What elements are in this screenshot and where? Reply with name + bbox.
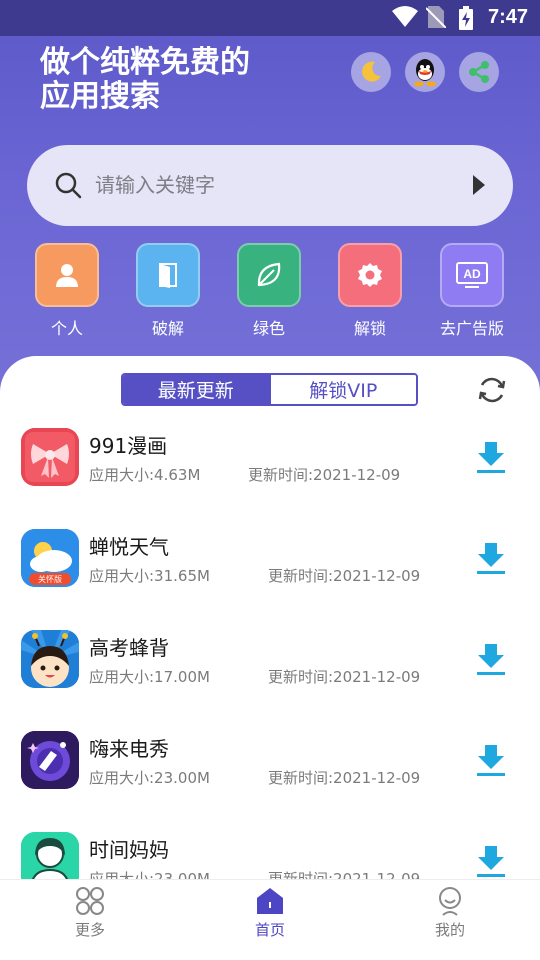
category-label: 个人	[50, 319, 83, 338]
qq-button[interactable]	[405, 52, 445, 92]
app-update-time: 更新时间:2021-12-09	[268, 567, 421, 585]
nav-label: 首页	[254, 921, 285, 939]
app-icon-chanyue-weather: 关怀版	[21, 529, 79, 587]
list-item[interactable]: 时间妈妈 应用大小:23.00M 更新时间:2021-12-09	[0, 824, 540, 880]
list-item[interactable]: 高考蜂背 应用大小:17.00M 更新时间:2021-12-09	[0, 622, 540, 723]
refresh-icon[interactable]	[476, 374, 508, 406]
gear-icon	[358, 263, 382, 287]
category-crack[interactable]: 破解	[128, 243, 208, 339]
list-tabs: 最新更新 解锁VIP	[121, 373, 418, 406]
category-tile	[35, 243, 99, 307]
wifi-icon	[392, 6, 418, 27]
list-item[interactable]: 991漫画 应用大小:4.63M 更新时间:2021-12-09	[0, 420, 540, 521]
tab-latest-updates[interactable]: 最新更新	[123, 375, 269, 404]
bottom-navigation: 更多 首页 我的	[0, 879, 540, 960]
category-personal[interactable]: 个人	[27, 243, 107, 339]
app-icon-hailai-dianxiu	[21, 731, 79, 789]
status-time: 7:47	[487, 6, 528, 28]
nav-home[interactable]: 首页	[210, 880, 330, 940]
share-icon	[469, 61, 489, 83]
user-face-icon	[439, 887, 461, 916]
app-name: 高考蜂背	[89, 636, 169, 660]
search-submit-arrow-icon[interactable]	[473, 175, 485, 195]
app-list: 991漫画 应用大小:4.63M 更新时间:2021-12-09 关怀版 蝉悦天…	[0, 420, 540, 880]
download-icon[interactable]	[476, 642, 506, 676]
app-update-time: 更新时间:2021-12-09	[268, 668, 421, 686]
app-slogan: 做个纯粹免费的 应用搜索	[40, 46, 340, 114]
moon-icon	[362, 61, 381, 82]
app-update-time: 更新时间:2021-12-09	[248, 466, 401, 484]
download-icon[interactable]	[476, 844, 506, 878]
no-sim-icon	[426, 6, 446, 28]
category-label: 破解	[151, 319, 184, 338]
app-name: 嗨来电秀	[89, 737, 169, 761]
list-item[interactable]: 关怀版 蝉悦天气 应用大小:31.65M 更新时间:2021-12-09	[0, 521, 540, 622]
category-label: 去广告版	[439, 319, 504, 338]
app-icon-991-manhua	[21, 428, 79, 486]
app-size: 应用大小:23.00M	[89, 769, 210, 787]
slogan-line: 做个纯粹免费的	[40, 45, 250, 80]
app-icon-shijian-mama	[21, 832, 79, 880]
category-tile	[237, 243, 301, 307]
qq-icon	[414, 59, 436, 87]
slogan-line: 应用搜索	[40, 79, 160, 114]
download-icon[interactable]	[476, 440, 506, 474]
door-icon	[159, 263, 177, 288]
nav-more[interactable]: 更多	[30, 880, 150, 940]
nav-label: 我的	[434, 921, 465, 939]
nav-label: 更多	[74, 921, 105, 939]
download-icon[interactable]	[476, 541, 506, 575]
category-tile: AD	[440, 243, 504, 307]
category-label: 解锁	[353, 319, 386, 338]
nav-mine[interactable]: 我的	[390, 880, 510, 940]
app-icon-gaokao-fengbei	[21, 630, 79, 688]
person-icon	[56, 264, 78, 287]
svg-text:AD: AD	[463, 267, 481, 281]
night-mode-button[interactable]	[351, 52, 391, 92]
list-item[interactable]: 嗨来电秀 应用大小:23.00M 更新时间:2021-12-09	[0, 723, 540, 824]
search-input[interactable]	[95, 165, 455, 205]
app-size: 应用大小:4.63M	[89, 466, 201, 484]
category-tile	[338, 243, 402, 307]
app-size: 应用大小:31.65M	[89, 567, 210, 585]
app-name: 时间妈妈	[89, 838, 169, 862]
leaf-icon	[257, 262, 281, 287]
search-bar[interactable]	[27, 145, 513, 226]
category-unlock[interactable]: 解锁	[330, 243, 410, 339]
tab-unlock-vip[interactable]: 解锁VIP	[268, 375, 416, 404]
battery-charging-icon	[459, 6, 473, 30]
category-label: 绿色	[252, 319, 285, 338]
category-ad-free[interactable]: AD 去广告版	[432, 243, 512, 339]
download-icon[interactable]	[476, 743, 506, 777]
share-button[interactable]	[459, 52, 499, 92]
app-icon-badge: 关怀版	[38, 574, 62, 584]
search-icon	[55, 172, 82, 199]
app-name: 991漫画	[89, 434, 168, 458]
home-icon	[257, 888, 283, 914]
app-size: 应用大小:17.00M	[89, 668, 210, 686]
category-row: 个人 破解 绿色 解锁 AD 去广告版	[0, 243, 540, 343]
category-green[interactable]: 绿色	[229, 243, 309, 339]
app-update-time: 更新时间:2021-12-09	[268, 769, 421, 787]
ad-icon: AD	[456, 262, 488, 288]
grid-icon	[76, 887, 104, 915]
app-name: 蝉悦天气	[89, 535, 169, 559]
status-bar: 7:47	[0, 0, 540, 36]
category-tile	[136, 243, 200, 307]
